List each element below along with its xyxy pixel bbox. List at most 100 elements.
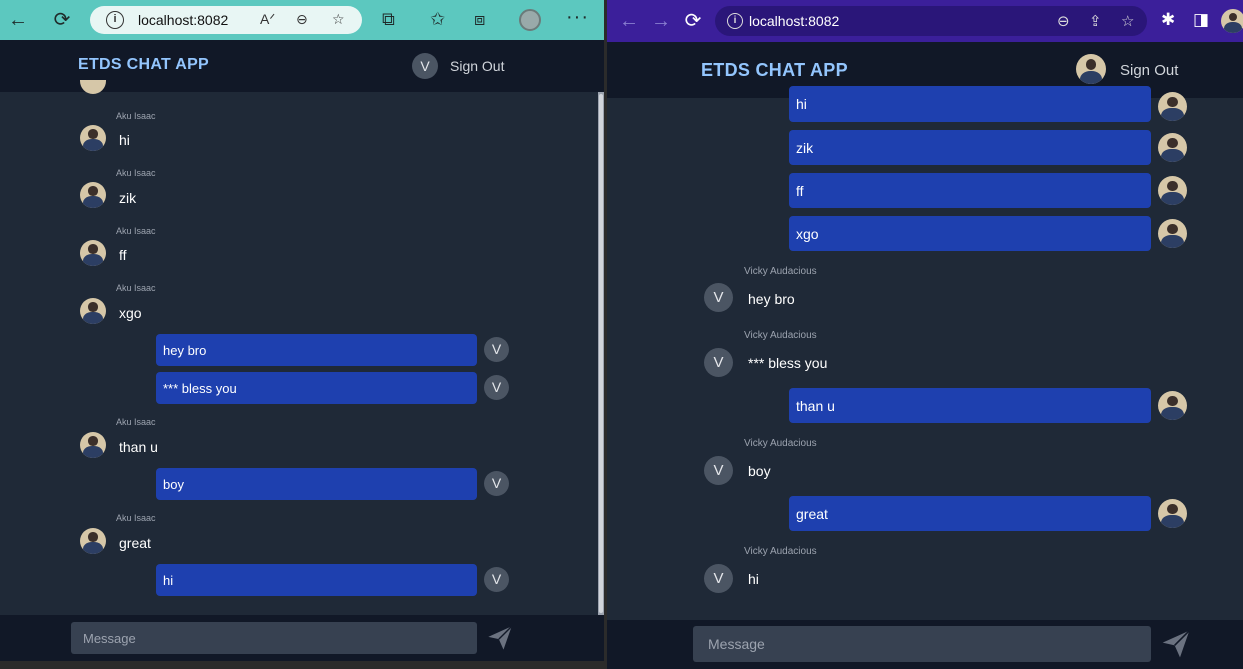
user-avatar: [1158, 133, 1187, 162]
share-icon[interactable]: ⇪: [1089, 12, 1102, 30]
user-avatar: [1076, 54, 1106, 84]
message-text: boy: [748, 463, 771, 479]
message-text: ff: [119, 247, 127, 263]
message-sender: Vicky Audacious: [744, 546, 817, 557]
refresh-icon[interactable]: ⟳: [50, 8, 74, 32]
more-icon[interactable]: ···: [566, 6, 589, 29]
brand-title: ETDS CHAT APP: [701, 60, 848, 80]
message-text: zik: [119, 190, 137, 206]
send-icon[interactable]: [486, 624, 514, 652]
sender-avatar: V: [704, 283, 733, 312]
user-avatar: [1158, 219, 1187, 248]
profile-icon[interactable]: [1221, 9, 1243, 33]
sender-avatar: V: [704, 456, 733, 485]
sender-avatar: [80, 528, 106, 554]
user-avatar: [1158, 391, 1187, 420]
zoom-out-icon[interactable]: ⊖: [296, 11, 308, 28]
screen: ← ⟳ i localhost:8082 Aᐟ ⊖ ☆ ⧉ ✩ ⧈ ··· ET…: [0, 0, 1243, 669]
sender-avatar: V: [704, 348, 733, 377]
user-avatar: V: [484, 567, 509, 592]
message-text: great: [796, 506, 828, 522]
message-sender: Vicky Audacious: [744, 266, 817, 277]
forward-arrow-icon[interactable]: →: [649, 9, 673, 33]
user-avatar: [1158, 92, 1187, 121]
sent-message-bubble: hey bro: [156, 334, 477, 366]
message-text: great: [119, 535, 151, 551]
message-text: than u: [119, 439, 158, 455]
address-url: localhost:8082: [138, 12, 229, 28]
message-composer: [607, 620, 1243, 669]
user-avatar: [1158, 499, 1187, 528]
right-browser-toolbar: ← → ⟳ i localhost:8082 ⊖ ⇪ ☆ ✱ ◨: [607, 0, 1243, 42]
extensions-icon[interactable]: ✱: [1161, 10, 1175, 30]
message-sender: Aku Isaac: [116, 226, 156, 236]
send-icon[interactable]: [1160, 628, 1192, 660]
message-text: hi: [163, 573, 174, 588]
message-text: than u: [796, 398, 835, 414]
collections-icon[interactable]: ⧈: [474, 9, 485, 30]
sender-avatar: V: [704, 564, 733, 593]
sent-message-bubble: hi: [156, 564, 477, 596]
message-text: ff: [796, 183, 804, 199]
sender-avatar: [80, 432, 106, 458]
back-arrow-icon[interactable]: ←: [6, 8, 30, 32]
message-text: zik: [796, 140, 814, 156]
message-composer: [0, 615, 604, 661]
sign-out-button[interactable]: Sign Out: [1120, 62, 1178, 79]
profile-icon[interactable]: [519, 9, 541, 31]
add-favorite-icon[interactable]: ☆: [332, 11, 345, 28]
address-url: localhost:8082: [749, 13, 840, 29]
sender-avatar: [80, 125, 106, 151]
message-text: *** bless you: [163, 381, 237, 396]
message-text: xgo: [796, 226, 819, 242]
message-input[interactable]: [693, 626, 1151, 662]
info-icon[interactable]: i: [106, 11, 124, 29]
message-sender: Vicky Audacious: [744, 438, 817, 449]
sender-avatar: [80, 240, 106, 266]
bookmark-star-icon[interactable]: ☆: [1121, 12, 1134, 30]
favorites-icon[interactable]: ✩: [430, 9, 445, 30]
message-text: boy: [163, 477, 184, 492]
extensions-icon[interactable]: ⧉: [382, 9, 395, 30]
read-aloud-icon[interactable]: Aᐟ: [260, 11, 275, 28]
right-browser-window: ← → ⟳ i localhost:8082 ⊖ ⇪ ☆ ✱ ◨ ETDS CH…: [607, 0, 1243, 669]
left-browser-toolbar: ← ⟳ i localhost:8082 Aᐟ ⊖ ☆ ⧉ ✩ ⧈ ···: [0, 0, 604, 40]
zoom-icon[interactable]: ⊖: [1057, 12, 1070, 30]
user-avatar: V: [484, 471, 509, 496]
message-sender: Aku Isaac: [116, 417, 156, 427]
sender-avatar: [80, 298, 106, 324]
partial-avatar: [80, 80, 106, 94]
left-browser-window: ← ⟳ i localhost:8082 Aᐟ ⊖ ☆ ⧉ ✩ ⧈ ··· ET…: [0, 0, 604, 669]
refresh-icon[interactable]: ⟳: [681, 9, 705, 33]
message-sender: Vicky Audacious: [744, 330, 817, 341]
sent-message-bubble: xgo: [789, 216, 1151, 251]
address-bar[interactable]: i localhost:8082 ⊖ ⇪ ☆: [715, 6, 1147, 36]
user-avatar: V: [484, 375, 509, 400]
address-bar[interactable]: i localhost:8082 Aᐟ ⊖ ☆: [90, 6, 362, 34]
info-icon[interactable]: i: [727, 13, 743, 29]
sent-message-bubble: than u: [789, 388, 1151, 423]
chat-messages-list[interactable]: Aku Isaac hi Aku Isaac zik Aku Isaac ff …: [0, 80, 598, 615]
sent-message-bubble: great: [789, 496, 1151, 531]
message-sender: Aku Isaac: [116, 513, 156, 523]
sent-message-bubble: hi: [789, 86, 1151, 122]
scrollbar-thumb[interactable]: [599, 94, 603, 613]
message-text: hi: [748, 571, 759, 587]
sender-avatar: [80, 182, 106, 208]
user-avatar: V: [484, 337, 509, 362]
message-sender: Aku Isaac: [116, 111, 156, 121]
sent-message-bubble: ff: [789, 173, 1151, 208]
message-text: hey bro: [163, 343, 207, 358]
user-avatar: V: [412, 53, 438, 79]
sent-message-bubble: zik: [789, 130, 1151, 165]
chat-messages-list[interactable]: hi zik ff xgo Vicky Audacious V hey bro: [607, 86, 1243, 620]
sign-out-button[interactable]: Sign Out: [450, 58, 504, 74]
message-text: *** bless you: [748, 355, 828, 371]
side-panel-icon[interactable]: ◨: [1193, 10, 1209, 30]
message-text: hi: [796, 96, 807, 112]
message-input[interactable]: [71, 622, 477, 654]
user-avatar: [1158, 176, 1187, 205]
back-arrow-icon[interactable]: ←: [617, 9, 641, 33]
message-text: hi: [119, 132, 130, 148]
brand-title: ETDS CHAT APP: [78, 56, 210, 73]
